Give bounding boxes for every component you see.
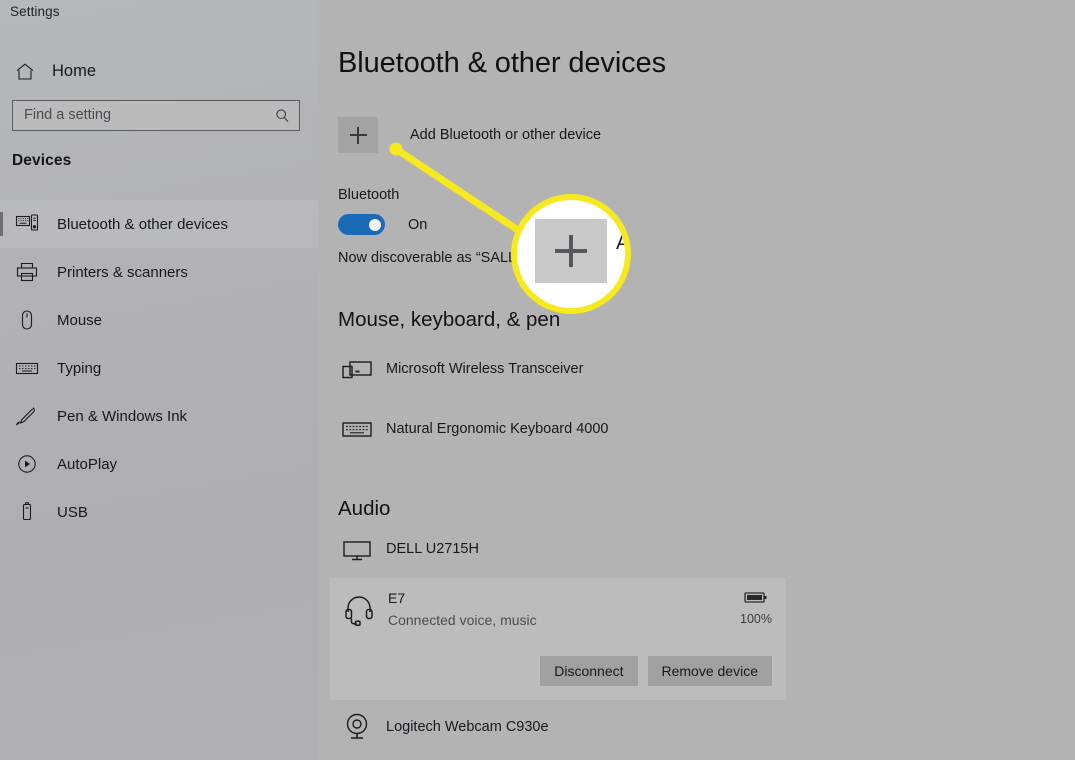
bluetooth-section-label: Bluetooth bbox=[338, 187, 400, 203]
device-row-monitor[interactable]: DELL U2715H bbox=[338, 530, 479, 568]
monitor-icon bbox=[338, 530, 376, 568]
home-icon bbox=[12, 59, 38, 83]
wireless-transceiver-icon bbox=[338, 350, 376, 388]
keyboard-icon bbox=[338, 410, 376, 448]
device-name: Natural Ergonomic Keyboard 4000 bbox=[386, 421, 609, 437]
sidebar-item-label: Printers & scanners bbox=[57, 263, 188, 281]
settings-window: Settings Home Find a setting Devices Blu… bbox=[0, 0, 1075, 760]
printer-icon bbox=[14, 259, 40, 285]
sidebar-item-label: Bluetooth & other devices bbox=[57, 215, 228, 233]
section-heading-mouse-keyboard-pen: Mouse, keyboard, & pen bbox=[338, 308, 561, 331]
bluetooth-toggle[interactable] bbox=[338, 214, 385, 235]
keyboard-icon bbox=[14, 355, 40, 381]
mouse-icon bbox=[14, 307, 40, 333]
headset-icon bbox=[340, 590, 378, 630]
sidebar-item-label: Mouse bbox=[57, 311, 103, 329]
webcam-icon bbox=[338, 708, 376, 746]
sidebar-item-home[interactable]: Home bbox=[0, 53, 318, 89]
sidebar: Settings Home Find a setting Devices Blu… bbox=[0, 0, 318, 760]
sidebar-item-pen-windows-ink[interactable]: Pen & Windows Ink bbox=[0, 392, 318, 440]
sidebar-item-label: AutoPlay bbox=[57, 455, 118, 473]
page-title: Bluetooth & other devices bbox=[338, 47, 666, 79]
usb-icon bbox=[14, 499, 40, 525]
device-row-keyboard[interactable]: Natural Ergonomic Keyboard 4000 bbox=[338, 410, 608, 448]
add-device-button[interactable] bbox=[338, 117, 378, 153]
bluetooth-toggle-state: On bbox=[408, 216, 428, 233]
pen-icon bbox=[14, 403, 40, 429]
device-name: DELL U2715H bbox=[386, 541, 479, 557]
main-content: Bluetooth & other devices Add Bluetooth … bbox=[318, 0, 1075, 760]
sidebar-item-usb[interactable]: USB bbox=[0, 488, 318, 536]
section-heading-audio: Audio bbox=[338, 497, 391, 520]
search-placeholder: Find a setting bbox=[24, 107, 112, 124]
battery-indicator: 100% bbox=[740, 590, 772, 626]
battery-percentage: 100% bbox=[740, 612, 772, 626]
toggle-knob bbox=[369, 218, 381, 231]
sidebar-item-printers-scanners[interactable]: Printers & scanners bbox=[0, 248, 318, 296]
device-card-name: E7 bbox=[388, 590, 406, 606]
sidebar-item-bluetooth-other-devices[interactable]: Bluetooth & other devices bbox=[0, 200, 318, 248]
device-card-status: Connected voice, music bbox=[388, 612, 537, 628]
bluetooth-toggle-row[interactable]: On bbox=[338, 214, 427, 235]
search-icon[interactable] bbox=[274, 107, 291, 124]
device-row-webcam[interactable]: Logitech Webcam C930e bbox=[338, 708, 549, 746]
device-name: Microsoft Wireless Transceiver bbox=[386, 361, 584, 377]
plus-icon bbox=[349, 126, 367, 144]
autoplay-icon bbox=[14, 451, 40, 477]
disconnect-button[interactable]: Disconnect bbox=[540, 656, 638, 686]
remove-device-button[interactable]: Remove device bbox=[647, 656, 772, 686]
discoverable-text: Now discoverable as “SALLY” bbox=[338, 250, 530, 266]
device-row-transceiver[interactable]: Microsoft Wireless Transceiver bbox=[338, 350, 583, 388]
device-name: Logitech Webcam C930e bbox=[386, 719, 549, 735]
sidebar-category-label: Devices bbox=[12, 152, 72, 169]
device-card-e7[interactable]: E7 Connected voice, music 100% Disconnec… bbox=[330, 578, 786, 700]
device-card-actions: Disconnect Remove device bbox=[340, 656, 772, 686]
add-device-label: Add Bluetooth or other device bbox=[410, 127, 602, 143]
sidebar-item-autoplay[interactable]: AutoPlay bbox=[0, 440, 318, 488]
add-bluetooth-device-row[interactable]: Add Bluetooth or other device bbox=[338, 117, 601, 153]
bluetooth-devices-icon bbox=[14, 211, 40, 237]
sidebar-item-label: Typing bbox=[57, 359, 102, 377]
sidebar-item-label: Pen & Windows Ink bbox=[57, 407, 188, 425]
search-input[interactable]: Find a setting bbox=[12, 100, 300, 131]
window-title: Settings bbox=[10, 4, 60, 19]
sidebar-item-typing[interactable]: Typing bbox=[0, 344, 318, 392]
sidebar-item-mouse[interactable]: Mouse bbox=[0, 296, 318, 344]
sidebar-nav-list: Bluetooth & other devices Printers & sca… bbox=[0, 200, 318, 536]
battery-full-icon bbox=[744, 591, 768, 608]
sidebar-item-label: USB bbox=[57, 503, 88, 521]
sidebar-home-label: Home bbox=[52, 61, 97, 80]
